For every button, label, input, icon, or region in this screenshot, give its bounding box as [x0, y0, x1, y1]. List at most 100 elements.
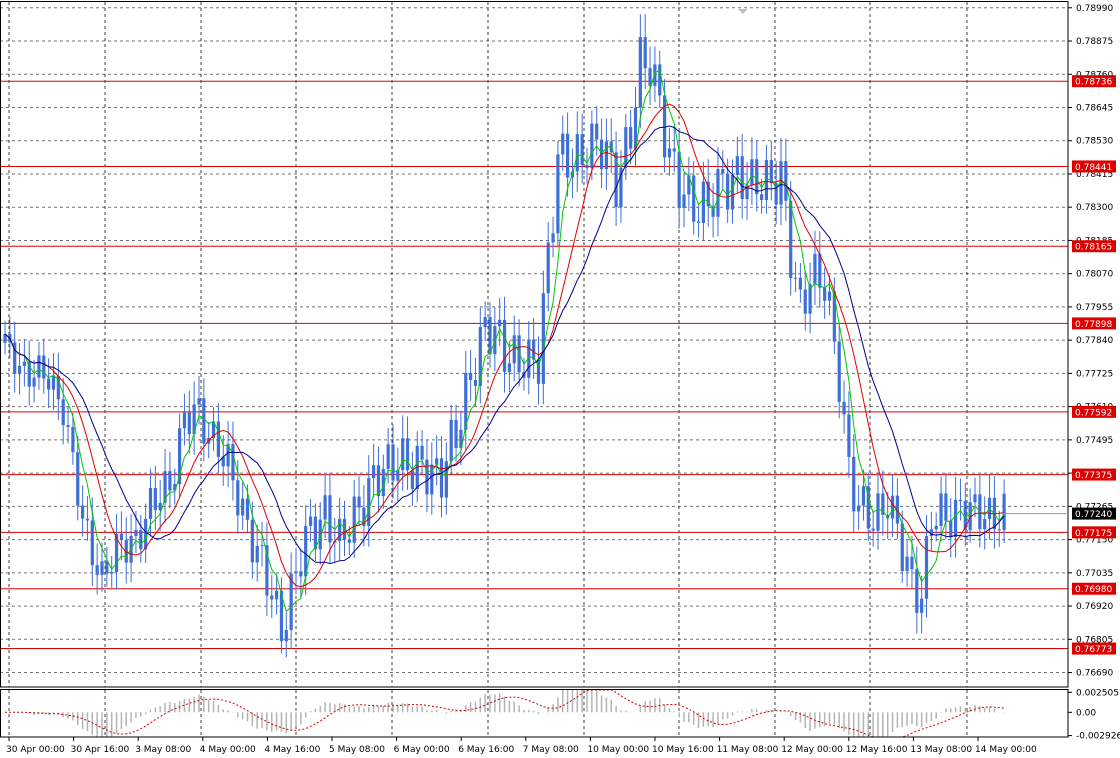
candle-body-129 [629, 127, 633, 149]
candle-body-58 [284, 630, 288, 642]
candle-body-193 [939, 493, 943, 526]
candle-body-72 [352, 496, 356, 543]
candle-body-173 [842, 401, 846, 415]
candle-body-3 [17, 365, 22, 374]
time-tick-label-5: 5 May 08:00 [329, 745, 385, 755]
candle-body-13 [66, 425, 70, 428]
candle-body-168 [818, 253, 822, 288]
candle-body-179 [871, 528, 875, 531]
candle-body-80 [391, 444, 395, 481]
candle-body-202 [983, 518, 987, 530]
candle-body-9 [47, 378, 51, 390]
candle-body-195 [949, 520, 953, 538]
candle-body-71 [347, 539, 351, 543]
level-price-label-1: 0.78441 [1075, 163, 1112, 173]
candle-body-104 [507, 363, 511, 372]
candle-body-15 [76, 452, 80, 506]
price-tick-label-9: 0.77955 [1076, 303, 1113, 313]
price-tick-label-6: 0.78300 [1076, 203, 1113, 213]
candle-body-31 [153, 487, 157, 511]
candle-body-50 [245, 498, 250, 520]
candle-body-188 [915, 569, 919, 613]
candle-body-113 [551, 233, 555, 243]
candle-body-138 [672, 148, 676, 152]
candle-body-22 [110, 571, 114, 574]
candle-body-69 [338, 518, 342, 542]
candle-body-53 [260, 545, 264, 547]
candle-body-206 [1002, 493, 1006, 531]
candle-body-114 [556, 154, 560, 234]
candle-body-19 [95, 565, 99, 575]
candle-body-34 [168, 471, 172, 491]
candle-body-175 [852, 456, 856, 512]
candle-body-162 [789, 200, 793, 279]
candle-body-17 [85, 518, 90, 521]
candle-body-103 [502, 319, 507, 372]
candle-body-6 [32, 377, 36, 387]
candle-body-156 [760, 194, 764, 201]
candle-body-51 [250, 519, 254, 563]
candle-body-167 [813, 253, 817, 285]
candle-body-10 [51, 375, 56, 390]
candle-body-12 [61, 399, 65, 426]
candle-body-183 [890, 495, 895, 519]
time-tick-label-13: 12 May 16:00 [846, 745, 908, 755]
candle-body-90 [439, 458, 444, 498]
candle-body-14 [71, 427, 75, 453]
candle-body-37 [182, 412, 187, 429]
candle-body-174 [847, 414, 851, 457]
candle-body-116 [566, 133, 570, 178]
time-tick-label-7: 6 May 16:00 [458, 745, 514, 755]
candle-body-125 [609, 141, 613, 153]
level-price-label-0: 0.78736 [1075, 78, 1112, 88]
candle-body-96 [469, 372, 473, 381]
candle-body-76 [372, 465, 376, 479]
candle-body-7 [37, 355, 41, 378]
candle-body-176 [857, 505, 861, 512]
candle-body-99 [483, 317, 487, 328]
candle-body-60 [294, 571, 298, 574]
candle-body-205 [997, 529, 1001, 531]
candle-body-20 [100, 561, 104, 575]
forex-chart: 0.789900.788750.787600.786450.785300.784… [0, 0, 1120, 758]
candle-body-4 [22, 361, 26, 366]
candle-body-144 [701, 181, 705, 223]
candle-body-79 [386, 444, 390, 469]
price-tick-label-0: 0.78990 [1076, 4, 1113, 14]
candle-body-55 [270, 595, 274, 600]
candle-body-24 [119, 533, 123, 541]
candle-body-56 [275, 590, 279, 600]
candle-body-49 [241, 498, 245, 516]
time-tick-label-1: 30 Apr 16:00 [71, 745, 130, 755]
candle-body-165 [803, 289, 807, 314]
candle-body-135 [658, 64, 662, 96]
level-price-label-5: 0.77375 [1075, 471, 1112, 481]
candle-body-122 [595, 123, 599, 140]
candle-body-29 [144, 518, 148, 550]
candle-body-124 [604, 141, 608, 170]
candle-body-154 [750, 159, 754, 186]
candle-body-186 [905, 556, 909, 572]
candle-body-118 [575, 134, 579, 172]
time-tick-label-6: 6 May 00:00 [394, 745, 450, 755]
candle-body-61 [299, 571, 303, 577]
candle-body-86 [420, 445, 424, 460]
candle-body-30 [148, 487, 153, 519]
candle-body-87 [425, 459, 429, 495]
candle-body-66 [323, 495, 327, 520]
candle-body-196 [954, 499, 958, 538]
candle-body-16 [81, 505, 85, 519]
candle-body-137 [667, 148, 672, 158]
candle-body-41 [202, 398, 206, 444]
osc-tick-label-1: 0.00 [1076, 708, 1096, 718]
candle-body-142 [692, 175, 696, 222]
chart-background [0, 0, 1120, 758]
candle-body-140 [682, 194, 686, 208]
candle-body-100 [488, 317, 492, 355]
candle-body-172 [837, 341, 841, 402]
candle-body-97 [473, 380, 478, 386]
price-tick-label-13: 0.77495 [1076, 436, 1113, 446]
time-tick-label-10: 10 May 16:00 [652, 745, 714, 755]
candle-body-77 [376, 465, 381, 497]
level-price-label-8: 0.76773 [1075, 645, 1112, 655]
